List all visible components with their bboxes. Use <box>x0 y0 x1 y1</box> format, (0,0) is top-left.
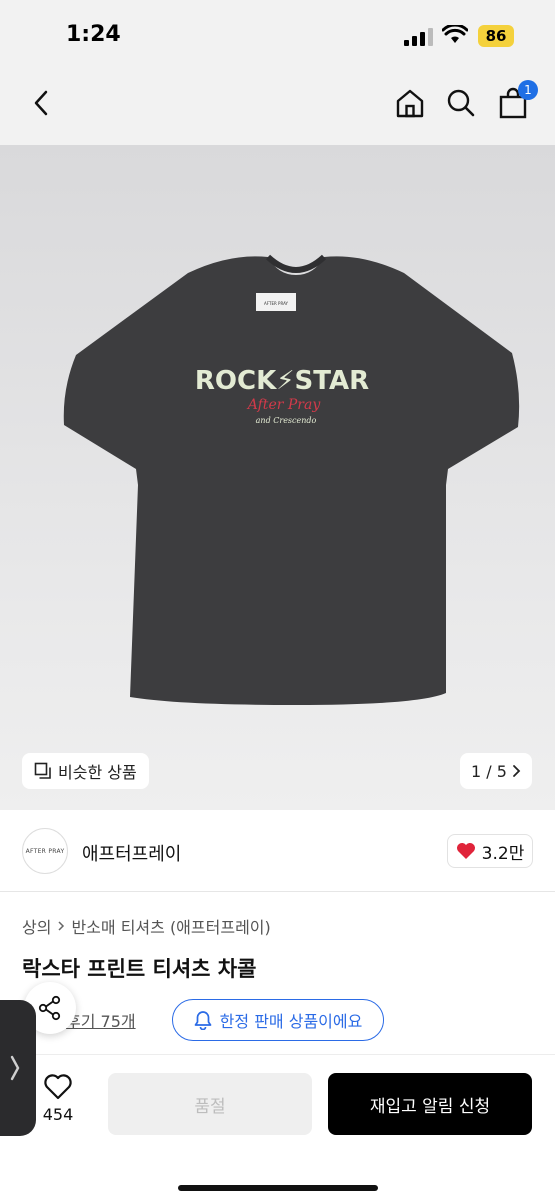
breadcrumb: 상의 반소매 티셔츠 (애프터프레이) <box>22 914 271 938</box>
status-time: 1:24 <box>66 22 121 47</box>
brand-name[interactable]: 애프터프레이 <box>82 840 181 866</box>
chevron-left-icon <box>34 90 48 116</box>
heart-outline-icon <box>44 1074 72 1100</box>
review-count-link[interactable]: 후기 75개 <box>66 1008 136 1032</box>
brand-logo-text: AFTER PRAY <box>25 847 65 855</box>
product-title: 락스타 프린트 티셔츠 차콜 <box>22 957 257 981</box>
back-button[interactable] <box>24 86 58 120</box>
nav-bar: 1 <box>0 70 555 145</box>
cart-button[interactable]: 1 <box>496 80 538 120</box>
wifi-icon <box>442 25 468 43</box>
side-drawer-handle[interactable] <box>0 1000 36 1136</box>
shirt-print-line3: and Crescendo <box>256 416 317 425</box>
brand-like-button[interactable]: 3.2만 <box>447 834 533 868</box>
breadcrumb-level1[interactable]: 상의 <box>22 914 51 938</box>
home-button[interactable] <box>393 86 427 120</box>
breadcrumb-level2[interactable]: 반소매 티셔츠 (애프터프레이) <box>71 914 270 938</box>
home-indicator <box>178 1185 378 1191</box>
neck-label-text: AFTER PRAY <box>264 301 288 306</box>
brand-row: AFTER PRAY 애프터프레이 3.2만 <box>0 810 555 892</box>
share-icon <box>38 995 61 1021</box>
restock-alert-button[interactable]: 재입고 알림 신청 <box>328 1073 532 1135</box>
search-icon <box>447 89 475 117</box>
shirt-print-line1: ROCK⚡STAR <box>195 366 369 396</box>
similar-products-button[interactable]: 비슷한 상품 <box>22 753 149 789</box>
search-button[interactable] <box>444 86 478 120</box>
bottom-action-bar: 454 품절 재입고 알림 신청 <box>0 1054 555 1200</box>
signal-icon <box>404 28 433 46</box>
product-image[interactable]: AFTER PRAY ROCK⚡STAR After Pray and Cres… <box>0 145 555 810</box>
limited-sale-chip[interactable]: 한정 판매 상품이에요 <box>172 999 384 1041</box>
brand-logo[interactable]: AFTER PRAY <box>22 828 68 874</box>
chevron-right-icon <box>513 765 521 777</box>
copy-icon <box>34 762 51 779</box>
brand-like-count: 3.2만 <box>481 843 525 864</box>
heart-filled-icon <box>456 843 475 859</box>
shirt-print-line2: After Pray <box>246 397 322 413</box>
limited-sale-label: 한정 판매 상품이에요 <box>219 1012 363 1031</box>
wishlist-count: 454 <box>42 1105 74 1124</box>
bell-icon <box>194 1011 212 1030</box>
page-indicator-text: 1 / 5 <box>471 761 507 781</box>
chevron-right-icon <box>58 921 65 931</box>
wishlist-button[interactable]: 454 <box>38 1073 78 1124</box>
image-page-indicator[interactable]: 1 / 5 <box>460 753 532 789</box>
home-icon <box>396 89 424 118</box>
cart-count-badge: 1 <box>518 80 538 100</box>
similar-products-label: 비슷한 상품 <box>58 763 137 782</box>
t-shirt-illustration: AFTER PRAY ROCK⚡STAR After Pray and Cres… <box>63 254 520 705</box>
battery-indicator: 86 <box>478 25 514 47</box>
chevron-right-icon <box>10 1055 20 1081</box>
soldout-button[interactable]: 품절 <box>108 1073 312 1135</box>
status-bar: 1:24 86 <box>0 0 555 70</box>
